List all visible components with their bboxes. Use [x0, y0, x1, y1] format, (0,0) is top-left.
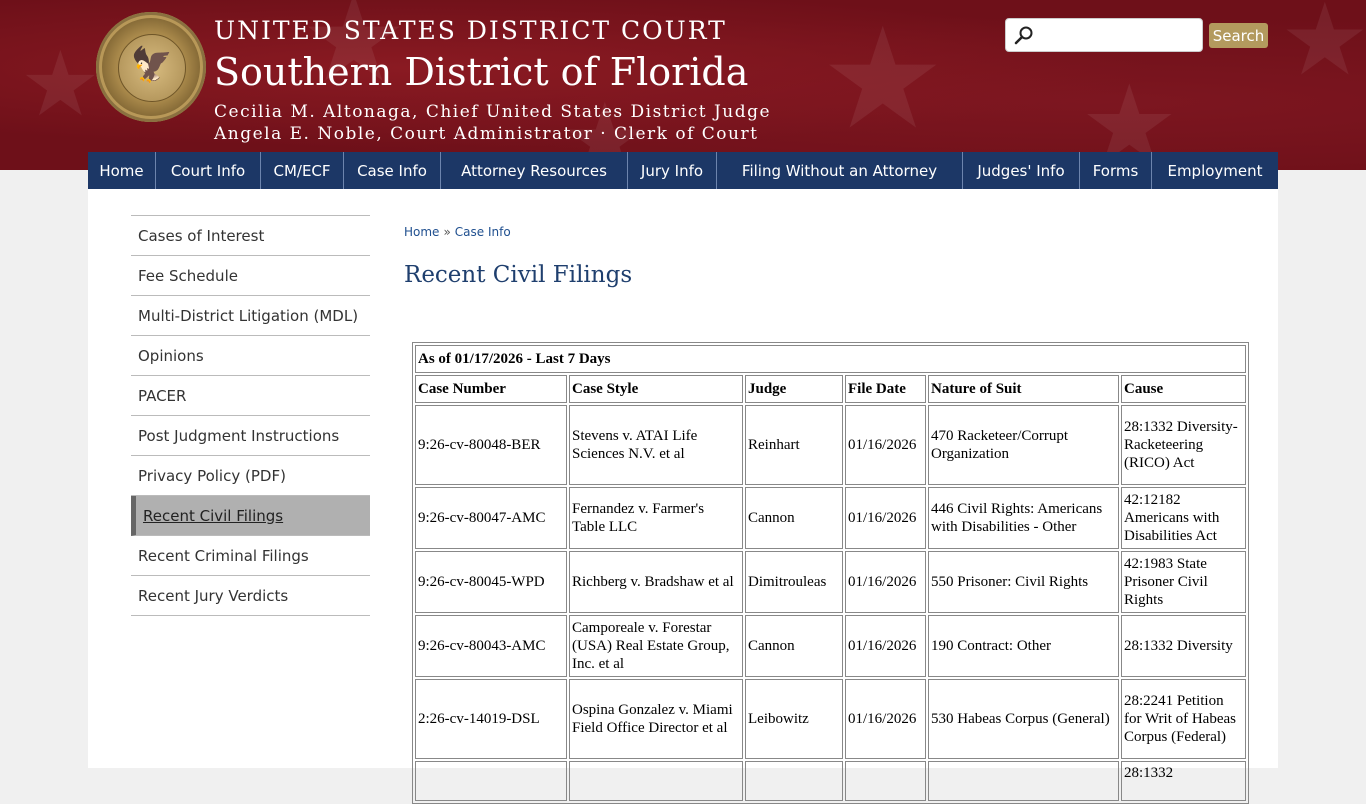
- nature-of-suit-cell: 446 Civil Rights: Americans with Disabil…: [928, 487, 1119, 549]
- chief-judge-line: Cecilia M. Altonaga, Chief United States…: [214, 102, 772, 122]
- judge-cell: Cannon: [745, 487, 843, 549]
- judge-cell: Reinhart: [745, 405, 843, 485]
- nature-of-suit-cell: 530 Habeas Corpus (General): [928, 679, 1119, 759]
- nav-case-info[interactable]: Case Info: [344, 152, 441, 189]
- case-number-cell: 9:26-cv-80043-AMC: [415, 615, 567, 677]
- judge-cell: [745, 761, 843, 801]
- file-date-cell: 01/16/2026: [845, 679, 926, 759]
- sidebar-menu: Cases of Interest Fee Schedule Multi-Dis…: [131, 215, 370, 616]
- cause-cell: 28:1332 Diversity-Racketeering (RICO) Ac…: [1121, 405, 1246, 485]
- search-box: [1005, 18, 1203, 52]
- case-style-cell: Fernandez v. Farmer's Table LLC: [569, 487, 743, 549]
- judge-cell: Leibowitz: [745, 679, 843, 759]
- judge-cell: Dimitrouleas: [745, 551, 843, 613]
- sidebar-item-recent-civil-filings[interactable]: Recent Civil Filings: [131, 496, 370, 536]
- star-decoration: ★: [1280, 0, 1366, 98]
- breadcrumb-case-info[interactable]: Case Info: [455, 225, 511, 239]
- column-header: Judge: [745, 375, 843, 403]
- file-date-cell: 01/16/2026: [845, 405, 926, 485]
- sidebar-item-pacer[interactable]: PACER: [131, 376, 370, 416]
- cause-cell: 28:1332: [1121, 761, 1246, 801]
- nav-forms[interactable]: Forms: [1080, 152, 1152, 189]
- district-name[interactable]: Southern District of Florida: [214, 50, 748, 94]
- table-row: 9:26-cv-80048-BER Stevens v. ATAI Life S…: [415, 405, 1246, 485]
- page-title: Recent Civil Filings: [404, 262, 633, 288]
- nav-court-info[interactable]: Court Info: [156, 152, 261, 189]
- cause-cell: 42:1983 State Prisoner Civil Rights: [1121, 551, 1246, 613]
- nav-employment[interactable]: Employment: [1152, 152, 1278, 189]
- site-header: ★ ★ ★ ★ ★ ★ 🦅 UNITED STATES DISTRICT COU…: [0, 0, 1366, 170]
- file-date-cell: 01/16/2026: [845, 551, 926, 613]
- case-style-cell: [569, 761, 743, 801]
- file-date-cell: [845, 761, 926, 801]
- search-button[interactable]: Search: [1209, 23, 1268, 48]
- table-row: 9:26-cv-80045-WPD Richberg v. Bradshaw e…: [415, 551, 1246, 613]
- breadcrumb: Home » Case Info: [404, 225, 511, 239]
- sidebar-item-cases-of-interest[interactable]: Cases of Interest: [131, 216, 370, 256]
- case-number-cell: 9:26-cv-80048-BER: [415, 405, 567, 485]
- court-name: UNITED STATES DISTRICT COURT: [214, 16, 727, 45]
- cause-cell: 28:1332 Diversity: [1121, 615, 1246, 677]
- nature-of-suit-cell: 470 Racketeer/Corrupt Organization: [928, 405, 1119, 485]
- case-number-cell: [415, 761, 567, 801]
- sidebar-item-recent-jury-verdicts[interactable]: Recent Jury Verdicts: [131, 576, 370, 616]
- file-date-cell: 01/16/2026: [845, 487, 926, 549]
- breadcrumb-home[interactable]: Home: [404, 225, 439, 239]
- search-icon: [1014, 26, 1033, 45]
- nav-attorney-resources[interactable]: Attorney Resources: [441, 152, 628, 189]
- case-style-cell: Stevens v. ATAI Life Sciences N.V. et al: [569, 405, 743, 485]
- column-header: Case Number: [415, 375, 567, 403]
- case-style-cell: Richberg v. Bradshaw et al: [569, 551, 743, 613]
- nav-jury-info[interactable]: Jury Info: [628, 152, 717, 189]
- table-row: 9:26-cv-80043-AMC Camporeale v. Forestar…: [415, 615, 1246, 677]
- table-row: 9:26-cv-80047-AMC Fernandez v. Farmer's …: [415, 487, 1246, 549]
- filings-table: As of 01/17/2026 - Last 7 Days Case Numb…: [412, 342, 1249, 804]
- eagle-icon: 🦅: [130, 45, 174, 85]
- filings-table-wrapper: As of 01/17/2026 - Last 7 Days Case Numb…: [412, 342, 1249, 804]
- nature-of-suit-cell: 190 Contract: Other: [928, 615, 1119, 677]
- nav-judges-info[interactable]: Judges' Info: [963, 152, 1080, 189]
- court-seal-logo[interactable]: 🦅: [96, 12, 206, 122]
- nature-of-suit-cell: [928, 761, 1119, 801]
- search-input[interactable]: [1040, 23, 1202, 49]
- table-row: 28:1332: [415, 761, 1246, 801]
- cause-cell: 42:12182 Americans with Disabilities Act: [1121, 487, 1246, 549]
- sidebar-item-opinions[interactable]: Opinions: [131, 336, 370, 376]
- nav-cm-ecf[interactable]: CM/ECF: [261, 152, 344, 189]
- star-decoration: ★: [820, 0, 946, 161]
- cause-cell: 28:2241 Petition for Writ of Habeas Corp…: [1121, 679, 1246, 759]
- nav-home[interactable]: Home: [88, 152, 156, 189]
- case-number-cell: 2:26-cv-14019-DSL: [415, 679, 567, 759]
- file-date-cell: 01/16/2026: [845, 615, 926, 677]
- sidebar-item-privacy-policy[interactable]: Privacy Policy (PDF): [131, 456, 370, 496]
- table-caption: As of 01/17/2026 - Last 7 Days: [415, 345, 1246, 373]
- column-header: Nature of Suit: [928, 375, 1119, 403]
- star-decoration: ★: [20, 32, 101, 137]
- judge-cell: Cannon: [745, 615, 843, 677]
- main-nav: Home Court Info CM/ECF Case Info Attorne…: [88, 152, 1278, 189]
- nav-filing-without-attorney[interactable]: Filing Without an Attorney: [717, 152, 963, 189]
- case-style-cell: Ospina Gonzalez v. Miami Field Office Di…: [569, 679, 743, 759]
- column-header: Case Style: [569, 375, 743, 403]
- case-style-cell: Camporeale v. Forestar (USA) Real Estate…: [569, 615, 743, 677]
- sidebar-item-fee-schedule[interactable]: Fee Schedule: [131, 256, 370, 296]
- column-header: Cause: [1121, 375, 1246, 403]
- table-row: 2:26-cv-14019-DSL Ospina Gonzalez v. Mia…: [415, 679, 1246, 759]
- administrator-line: Angela E. Noble, Court Administrator · C…: [214, 124, 759, 144]
- case-number-cell: 9:26-cv-80045-WPD: [415, 551, 567, 613]
- nature-of-suit-cell: 550 Prisoner: Civil Rights: [928, 551, 1119, 613]
- sidebar-item-recent-criminal-filings[interactable]: Recent Criminal Filings: [131, 536, 370, 576]
- sidebar-item-mdl[interactable]: Multi-District Litigation (MDL): [131, 296, 370, 336]
- sidebar-item-post-judgment[interactable]: Post Judgment Instructions: [131, 416, 370, 456]
- breadcrumb-separator: »: [443, 225, 451, 239]
- case-number-cell: 9:26-cv-80047-AMC: [415, 487, 567, 549]
- column-header: File Date: [845, 375, 926, 403]
